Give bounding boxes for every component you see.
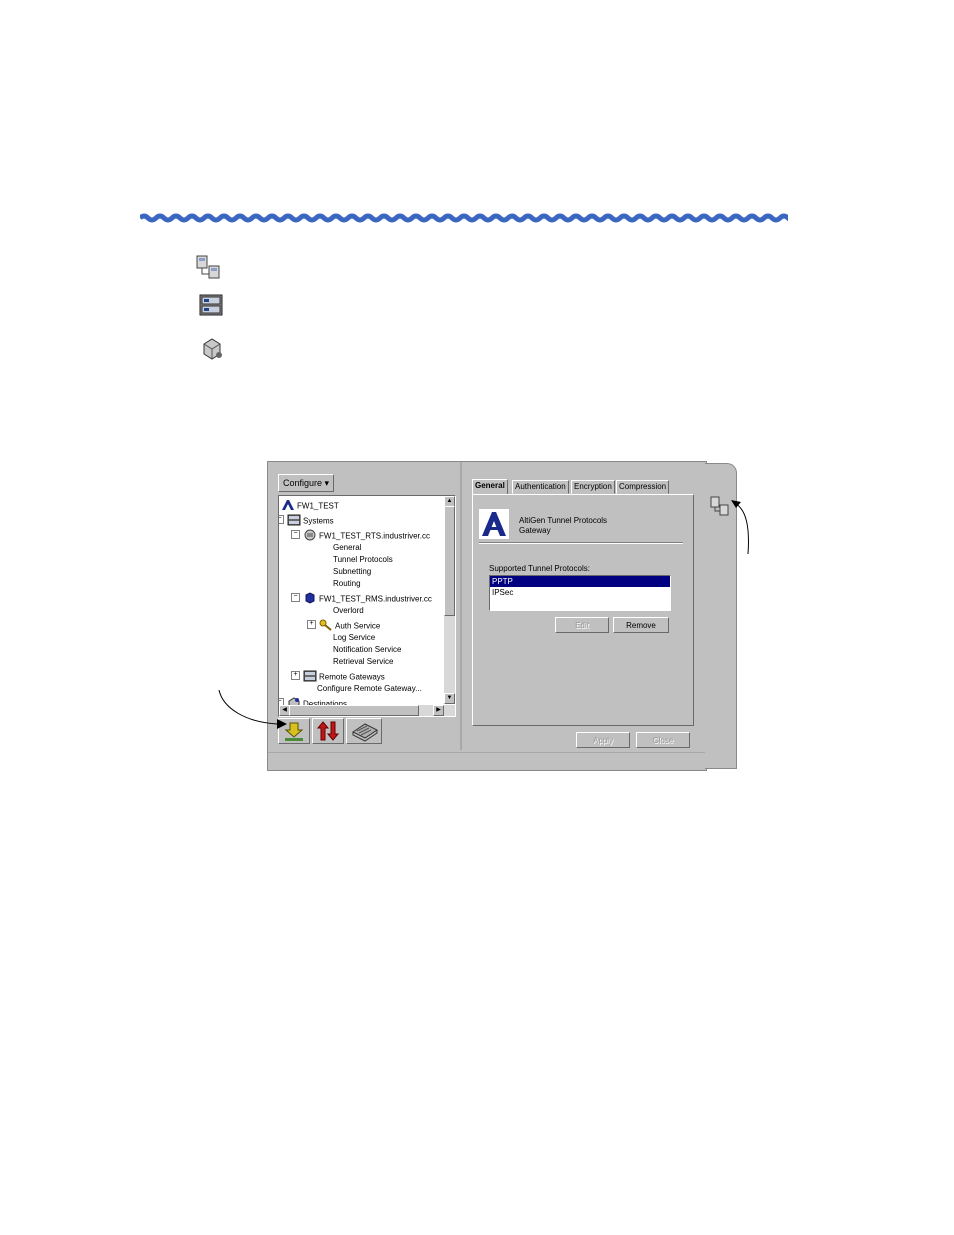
scroll-thumb[interactable] (444, 506, 455, 616)
tree-item[interactable]: Log Service (333, 633, 375, 643)
collapse-icon[interactable]: − (279, 515, 284, 524)
systems-icon (199, 294, 223, 316)
tab-authentication[interactable]: Authentication (512, 480, 569, 494)
tree-item-label: Routing (333, 579, 361, 588)
tree-item-label: General (333, 543, 362, 552)
tree-item-label: Log Service (333, 633, 376, 642)
close-button[interactable]: Close (636, 732, 690, 748)
tree-item[interactable]: Subnetting (333, 567, 371, 577)
tree-item-label: Tunnel Protocols (333, 555, 393, 564)
collapse-icon[interactable]: − (291, 530, 300, 539)
status-bar (268, 752, 706, 771)
scroll-thumb[interactable] (289, 705, 419, 716)
list-item-pptp[interactable]: PPTP (490, 576, 670, 587)
tree-item[interactable]: Tunnel Protocols (333, 555, 393, 565)
scroll-down-arrow-icon[interactable]: ▼ (444, 693, 455, 704)
tab-compression[interactable]: Compression (616, 480, 670, 494)
systems-icon (303, 670, 317, 685)
expand-icon[interactable]: + (307, 620, 316, 629)
key-icon (319, 619, 333, 634)
gateway-title-line1: AltiGen Tunnel Protocols (519, 516, 608, 525)
tree-item[interactable]: − Systems (279, 514, 334, 529)
tree-item-label: Auth Service (335, 621, 381, 631)
tree-item[interactable]: + Auth Service (307, 619, 381, 634)
protocols-listbox[interactable]: PPTP IPSec (489, 575, 671, 611)
configuration-tree[interactable]: −DestinationsConfigure Remote Gateway...… (278, 495, 456, 717)
scroll-right-arrow-icon[interactable]: ▶ (433, 705, 444, 716)
network-tab[interactable] (346, 718, 382, 744)
tree-item[interactable]: Retrieval Service (333, 657, 393, 667)
gateway-icon (303, 529, 317, 544)
tree-item-label: Systems (303, 516, 334, 526)
protocols-list-label: Supported Tunnel Protocols: (489, 564, 590, 573)
apply-button[interactable]: Apply (576, 732, 630, 748)
tree-vertical-scrollbar[interactable]: ▲ ▼ (444, 496, 455, 704)
collapse-icon[interactable]: − (291, 593, 300, 602)
separator (479, 542, 683, 544)
general-tab-panel: AltiGen Tunnel Protocols Gateway Support… (472, 494, 694, 726)
gateway-icon (196, 255, 220, 279)
tree-item-label: Configure Remote Gateway... (317, 684, 422, 693)
gateway-title-line2: Gateway (519, 526, 551, 535)
tree-item[interactable]: − FW1_TEST_RTS.industriver.cc (291, 529, 430, 544)
transfer-icon (316, 721, 340, 741)
tree-item[interactable]: General (333, 543, 361, 553)
tree-item-label: Subnetting (333, 567, 372, 576)
tab-general[interactable]: General (472, 479, 508, 495)
callout-arrow-bottom-tabs (218, 689, 287, 729)
tree-item[interactable]: + Remote Gateways (291, 670, 385, 685)
configuration-window: Configure ▾ −DestinationsConfigure Remot… (267, 461, 707, 771)
list-item-ipsec[interactable]: IPSec (490, 587, 670, 598)
gateway-title: AltiGen Tunnel Protocols Gateway (519, 516, 639, 536)
transfer-tab[interactable] (312, 718, 344, 744)
callout-arrow-side-icon (731, 500, 749, 555)
left-pane: Configure ▾ −DestinationsConfigure Remot… (268, 462, 462, 750)
tree-item[interactable]: − FW1_TEST_RMS.industriver.cc (291, 592, 432, 607)
tree-item-label: Remote Gateways (319, 672, 385, 682)
tree-item[interactable]: Configure Remote Gateway... (317, 684, 422, 694)
tree-item-label: FW1_TEST (297, 501, 339, 511)
tree-item-label: Notification Service (333, 645, 402, 654)
tree-item[interactable]: Routing (333, 579, 361, 589)
network-icon (352, 723, 378, 742)
expand-icon[interactable]: + (291, 671, 300, 680)
systems-icon (287, 514, 301, 529)
wavy-divider (140, 213, 788, 223)
server-icon (303, 592, 317, 607)
logo-a-icon (479, 509, 509, 539)
tree-item[interactable]: FW1_TEST (281, 499, 339, 514)
tree-item-label: FW1_TEST_RTS.industriver.cc (319, 531, 430, 541)
tree-item-label: FW1_TEST_RMS.industriver.cc (319, 594, 432, 604)
destination-icon (203, 338, 222, 360)
edit-button[interactable]: Edit (555, 617, 609, 633)
tree-item-label: Overlord (333, 606, 364, 615)
remove-button[interactable]: Remove (613, 617, 669, 633)
logo-a-icon (281, 499, 295, 514)
tree-item-label: Retrieval Service (333, 657, 394, 666)
tree-item[interactable]: Notification Service (333, 645, 401, 655)
tree-horizontal-scrollbar[interactable]: ◀ ▶ (279, 705, 455, 716)
tab-encryption[interactable]: Encryption (571, 480, 615, 494)
tree-item[interactable]: Overlord (333, 606, 364, 616)
right-pane: General Authentication Encryption Compre… (466, 462, 706, 750)
configure-menu-button[interactable]: Configure ▾ (278, 474, 335, 492)
